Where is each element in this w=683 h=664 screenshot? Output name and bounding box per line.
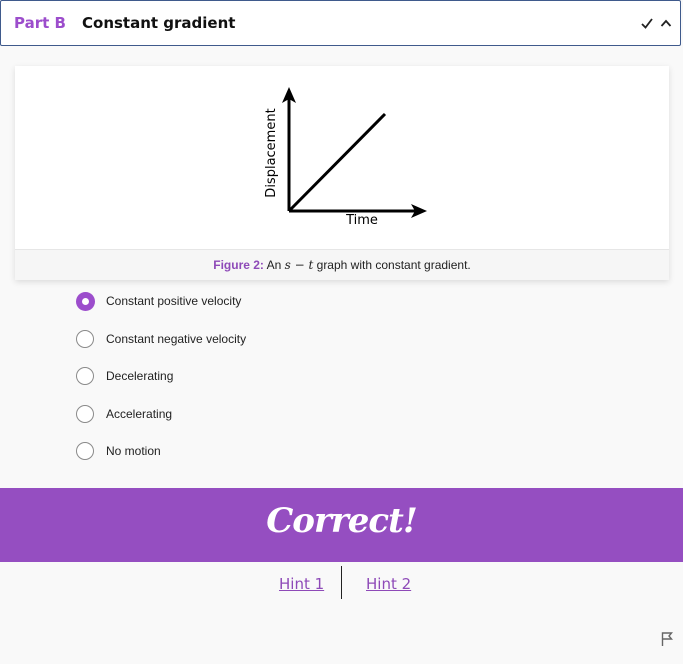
radio-button[interactable] <box>76 405 94 423</box>
caption-text-post: graph with constant gradient. <box>316 258 471 272</box>
option-label: Constant negative velocity <box>106 332 247 346</box>
radio-button[interactable] <box>76 330 94 348</box>
hint-divider <box>341 566 342 599</box>
check-icon <box>641 18 653 29</box>
figure-caption: Figure 2: An s − t graph with constant g… <box>15 249 669 280</box>
figure-card: Displacement Time Figure 2: An s − t gra… <box>15 66 669 280</box>
option-label: No motion <box>106 444 161 458</box>
figure-number: Figure 2: <box>213 258 264 272</box>
caption-math: s − t <box>284 258 314 272</box>
feedback-banner: Correct! <box>0 488 683 562</box>
x-axis-label: Time <box>345 213 378 228</box>
flag-icon[interactable] <box>660 631 674 647</box>
option-label: Accelerating <box>106 407 173 421</box>
option-constant-positive-velocity[interactable]: Constant positive velocity <box>76 292 336 312</box>
part-label: Part B <box>14 14 66 32</box>
feedback-text: Correct! <box>266 501 418 541</box>
option-label: Decelerating <box>106 369 174 383</box>
option-no-motion[interactable]: No motion <box>76 442 336 462</box>
radio-button[interactable] <box>76 367 94 385</box>
option-decelerating[interactable]: Decelerating <box>76 367 336 387</box>
hint-2-link[interactable]: Hint 2 <box>366 575 411 593</box>
part-header[interactable]: Part B Constant gradient <box>0 0 681 46</box>
hint-1-link[interactable]: Hint 1 <box>279 575 324 593</box>
option-constant-negative-velocity[interactable]: Constant negative velocity <box>76 330 336 350</box>
part-title: Constant gradient <box>82 14 236 32</box>
hint-bar: Hint 1 Hint 2 <box>0 566 683 600</box>
option-label: Constant positive velocity <box>106 294 242 308</box>
data-line <box>287 112 387 213</box>
radio-button-selected[interactable] <box>76 292 95 311</box>
chevron-up-icon[interactable] <box>659 15 673 31</box>
radio-button[interactable] <box>76 442 94 460</box>
displacement-time-graph: Displacement Time <box>264 87 427 228</box>
option-accelerating[interactable]: Accelerating <box>76 405 336 425</box>
caption-text-pre: An <box>266 258 282 272</box>
y-axis-label: Displacement <box>264 108 279 197</box>
